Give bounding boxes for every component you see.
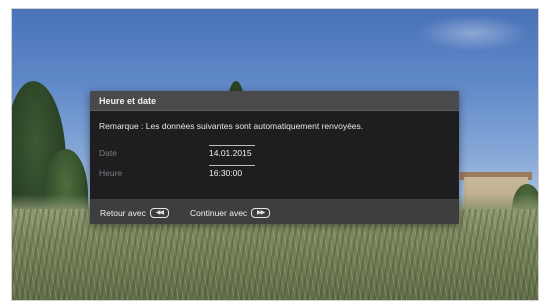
dialog-title: Heure et date [99, 96, 157, 106]
continue-hint-label: Continuer avec [190, 208, 248, 218]
time-label: Heure [99, 168, 123, 178]
back-hint-label: Retour avec [100, 208, 146, 218]
remark-text: Remarque : Les données suivantes sont au… [99, 121, 364, 131]
back-hint[interactable]: Retour avec ◀◀ [100, 208, 169, 218]
fast-forward-key-icon: ▶▶ [251, 208, 271, 218]
rewind-key-icon: ◀◀ [149, 208, 169, 218]
background-cloud [418, 15, 528, 51]
date-label: Date [99, 148, 117, 158]
continue-hint[interactable]: Continuer avec ▶▶ [190, 208, 271, 218]
dialog-body: Remarque : Les données suivantes sont au… [90, 111, 459, 199]
tv-frame: Heure et date Remarque : Les données sui… [0, 0, 549, 304]
time-date-dialog: Heure et date Remarque : Les données sui… [90, 91, 459, 224]
time-value[interactable]: 16:30:00 [209, 165, 255, 178]
dialog-header: Heure et date [90, 91, 459, 111]
date-value[interactable]: 14.01.2015 [209, 145, 255, 158]
dialog-footer: Retour avec ◀◀ Continuer avec ▶▶ [90, 199, 459, 224]
